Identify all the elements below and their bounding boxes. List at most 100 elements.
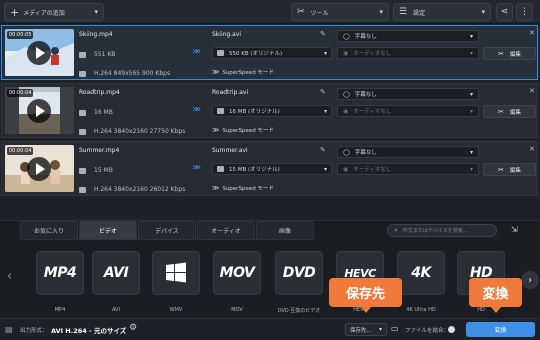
audio-value: オーディオなし (353, 51, 392, 57)
film-icon (79, 128, 86, 135)
subtitle-dropdown[interactable]: ◯ 字幕なし ▾ (337, 88, 479, 100)
share-button[interactable]: ⋖ (496, 3, 513, 21)
tab-images[interactable]: 画像 (256, 221, 314, 240)
file-icon (79, 51, 86, 58)
tab-favorites[interactable]: お気に入り (20, 221, 78, 240)
dvd-logo: DVD (282, 265, 316, 281)
edit-button[interactable]: ✂ 編集 (483, 163, 536, 176)
source-filename: Summer.mp4 (79, 147, 120, 154)
file-row[interactable]: 00:00:04 Roadtrip.mp4 16 MB H.264 3840x2… (1, 83, 538, 138)
rename-pencil-icon[interactable]: ✎ (320, 146, 326, 154)
remove-file-icon[interactable]: ✕ (529, 87, 535, 95)
tools-button[interactable]: ✂ ツール ▾ (291, 3, 389, 21)
format-label: HD (477, 307, 485, 313)
top-toolbar: + メディアの追加 ▾ ✂ ツール ▾ ☰ 設定 ▾ ⋖ ⋮ (0, 0, 540, 24)
chevron-down-icon: ▾ (469, 148, 473, 156)
output-format-label: 出力形式： (20, 328, 48, 334)
speech-bubble-icon: ◯ (343, 32, 350, 40)
chevron-down-icon: ▾ (469, 90, 473, 98)
chevron-down-icon: ▾ (94, 8, 98, 16)
mov-logo: MOV (219, 265, 255, 281)
output-filename: Summer.avi (212, 147, 248, 154)
tab-video[interactable]: ビデオ (79, 221, 137, 240)
more-button[interactable]: ⋮ (516, 3, 533, 21)
rename-pencil-icon[interactable]: ✎ (320, 88, 326, 96)
scissors-icon: ✂ (498, 165, 504, 174)
audio-icon: ◉ (343, 165, 349, 173)
file-row[interactable]: 00:00:04 Summer.mp4 15 MB H.264 3840x216… (1, 141, 538, 196)
chevron-down-icon: ▾ (469, 107, 473, 115)
audio-dropdown[interactable]: ◉ オーディオなし ▾ (337, 105, 479, 117)
audio-dropdown[interactable]: ◉ オーディオなし ▾ (337, 163, 479, 175)
chevron-left-icon[interactable]: ‹ (7, 269, 12, 284)
file-icon (217, 50, 224, 56)
merge-files-label: ファイルを結合： (405, 328, 450, 334)
export-icon[interactable]: ⇲ (511, 225, 518, 234)
play-icon[interactable] (27, 41, 51, 65)
thumbnail-duration: 00:00:04 (7, 147, 34, 155)
output-filename: Skiing.avi (212, 31, 242, 38)
format-tile-4k[interactable]: 4K (397, 251, 445, 295)
format-search-input[interactable]: ⌕ 形式またはデバイスを検索... (387, 224, 497, 237)
tab-audio[interactable]: オーディオ (197, 221, 255, 240)
output-size-dropdown[interactable]: 550 KB (オリジナル) ▾ (212, 47, 332, 59)
tools-label: ツール (310, 9, 329, 17)
rename-pencil-icon[interactable]: ✎ (320, 30, 326, 38)
share-icon: ⋖ (500, 7, 509, 17)
merge-files-toggle[interactable] (448, 326, 455, 333)
output-format-value[interactable]: AVI H.264 - 元のサイズ (51, 325, 126, 335)
audio-icon: ◉ (343, 107, 349, 115)
chevron-down-icon: ▾ (469, 49, 473, 57)
remove-file-icon[interactable]: ✕ (529, 145, 535, 153)
thumbnail-duration: 00:00:04 (7, 89, 34, 97)
remove-file-icon[interactable]: ✕ (529, 29, 535, 37)
format-tile-avi[interactable]: AVI (92, 251, 140, 295)
app-window: + メディアの追加 ▾ ✂ ツール ▾ ☰ 設定 ▾ ⋖ ⋮ 00:00:05 … (0, 0, 540, 340)
save-to-callout: 保存先 (329, 278, 402, 313)
folder-icon[interactable]: ▭ (391, 324, 399, 333)
4k-logo: 4K (411, 265, 431, 281)
file-row[interactable]: 00:00:05 Skiing.mp4 551 KB H.264 849x565… (1, 25, 538, 80)
chevron-down-icon: ▾ (481, 8, 485, 16)
format-tile-mov[interactable]: MOV (213, 251, 261, 295)
format-tile-wmv[interactable] (152, 251, 200, 295)
play-icon[interactable] (27, 99, 51, 123)
output-format-icon: ▤ (5, 325, 13, 334)
settings-button[interactable]: ☰ 設定 ▾ (393, 3, 491, 21)
superspeed-label: SuperSpeed モード (222, 186, 274, 192)
add-media-button[interactable]: + メディアの追加 ▾ (4, 3, 104, 21)
chevron-down-icon: ▾ (323, 49, 327, 57)
save-to-dropdown[interactable]: 保存先... ▾ (345, 323, 387, 336)
chevron-right-icon[interactable]: › (521, 271, 539, 289)
format-label: DVD 互換のビデオ (277, 308, 321, 314)
edit-button[interactable]: ✂ 編集 (483, 105, 536, 118)
chevron-down-icon: ▾ (469, 32, 473, 40)
video-thumbnail[interactable]: 00:00:04 (5, 145, 74, 192)
video-thumbnail[interactable]: 00:00:04 (5, 87, 74, 134)
video-thumbnail[interactable]: 00:00:05 (5, 29, 74, 76)
gear-icon[interactable]: ⚙ (129, 323, 137, 333)
film-icon (79, 70, 86, 77)
convert-button[interactable]: 変換 (466, 322, 535, 337)
file-icon (217, 166, 224, 172)
superspeed-mode: ≫ SuperSpeed モード (212, 184, 274, 192)
source-info: H.264 849x565 900 Kbps (79, 70, 170, 77)
avi-logo: AVI (103, 265, 129, 281)
output-size-dropdown[interactable]: 16 MB (オリジナル) ▾ (212, 105, 332, 117)
audio-dropdown[interactable]: ◉ オーディオなし ▾ (337, 47, 479, 59)
source-info: H.264 3840x2160 26012 Kbps (79, 186, 185, 193)
play-icon[interactable] (27, 157, 51, 181)
subtitle-dropdown[interactable]: ◯ 字幕なし ▾ (337, 30, 479, 42)
speech-bubble-icon: ◯ (343, 90, 350, 98)
chevron-down-icon: ▾ (323, 165, 327, 173)
plus-icon: + (10, 5, 20, 19)
save-to-label: 保存先... (350, 327, 372, 334)
edit-button[interactable]: ✂ 編集 (483, 47, 536, 60)
format-tile-dvd[interactable]: DVD (275, 251, 323, 295)
tab-devices[interactable]: デバイス (138, 221, 196, 240)
subtitle-dropdown[interactable]: ◯ 字幕なし ▾ (337, 146, 479, 158)
superspeed-icon: ≫ (212, 184, 219, 192)
superspeed-label: SuperSpeed モード (222, 70, 274, 76)
format-tile-mp4[interactable]: MP4 (36, 251, 84, 295)
output-size-dropdown[interactable]: 15 MB (オリジナル) ▾ (212, 163, 332, 175)
